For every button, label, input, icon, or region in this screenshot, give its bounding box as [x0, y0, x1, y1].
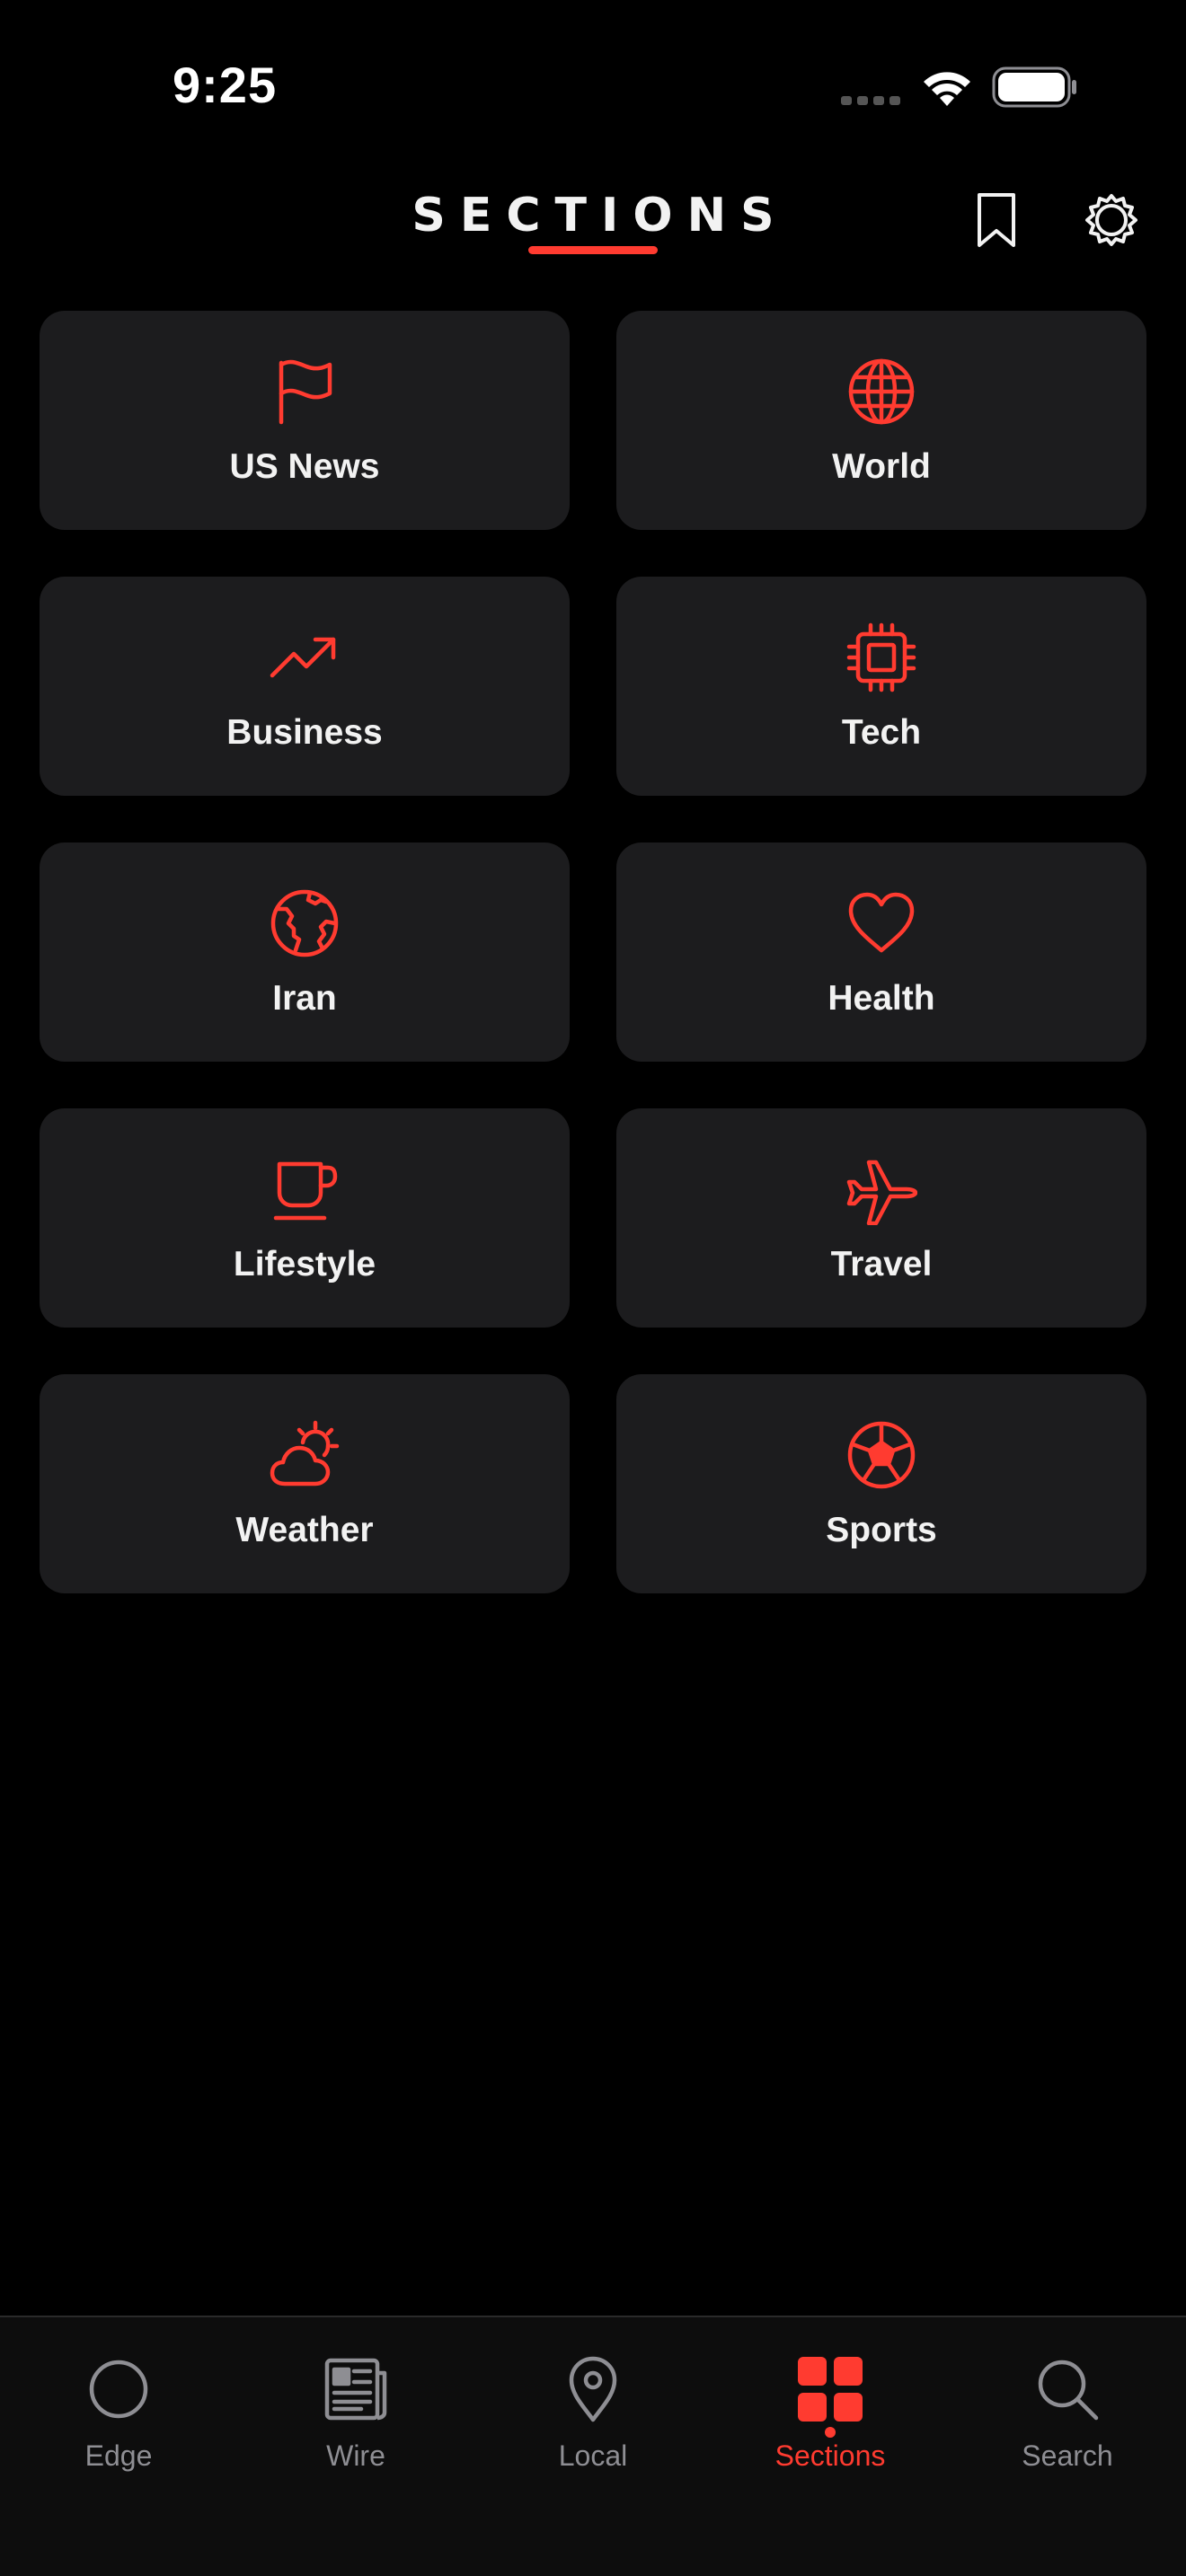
tab-label: Local [558, 2439, 628, 2472]
section-tile-world[interactable]: World [616, 311, 1146, 530]
section-tile-lifestyle[interactable]: Lifestyle [40, 1108, 570, 1328]
section-label: Lifestyle [233, 1245, 376, 1284]
tab-label: Edge [84, 2439, 153, 2472]
section-tile-business[interactable]: Business [40, 577, 570, 796]
flag-icon [269, 356, 341, 428]
tab-label: Search [1022, 2439, 1113, 2472]
sections-screen: 9:25 SECTIONS US News World Business Tec… [0, 0, 1186, 2576]
section-label: Health [828, 979, 935, 1018]
tab-label: Sections [774, 2439, 886, 2472]
earth-icon [269, 887, 341, 959]
cloud-sun-icon [269, 1419, 341, 1491]
globe-icon [845, 356, 917, 428]
tab-edge[interactable]: Edge [0, 2317, 237, 2515]
tab-label: Wire [326, 2439, 385, 2472]
active-tab-indicator [825, 2427, 836, 2438]
bookmark-icon [978, 193, 1015, 247]
grid-icon [796, 2355, 864, 2423]
section-label: Business [226, 713, 383, 752]
coffee-cup-icon [269, 1153, 341, 1225]
newspaper-icon [322, 2355, 390, 2423]
section-tile-weather[interactable]: Weather [40, 1374, 570, 1593]
cellular-signal-icon [841, 96, 900, 105]
section-tile-us-news[interactable]: US News [40, 311, 570, 530]
tab-local[interactable]: Local [474, 2317, 712, 2515]
tab-wire[interactable]: Wire [237, 2317, 474, 2515]
section-label: Tech [841, 713, 922, 752]
bookmarks-button[interactable] [965, 189, 1028, 251]
tab-bar: Edge Wire Local Sections Search [0, 2316, 1186, 2576]
tab-sections[interactable]: Sections [712, 2317, 949, 2515]
status-bar: 9:25 [0, 0, 1186, 171]
title-underline [528, 246, 658, 254]
soccer-ball-icon [845, 1419, 917, 1491]
section-tile-health[interactable]: Health [616, 842, 1146, 1062]
status-time: 9:25 [173, 57, 278, 113]
section-label: US News [229, 447, 380, 486]
section-label: Travel [830, 1245, 933, 1284]
section-label: Weather [235, 1511, 374, 1549]
section-label: Iran [272, 979, 337, 1018]
trending-up-icon [269, 622, 341, 693]
section-tile-iran[interactable]: Iran [40, 842, 570, 1062]
section-label: Sports [826, 1511, 937, 1549]
section-tile-sports[interactable]: Sports [616, 1374, 1146, 1593]
cpu-chip-icon [845, 622, 917, 693]
heart-icon [845, 887, 917, 959]
map-pin-icon [559, 2355, 627, 2423]
search-icon [1033, 2355, 1102, 2423]
header: SECTIONS [0, 171, 1186, 296]
gear-icon [1085, 194, 1137, 246]
section-tile-tech[interactable]: Tech [616, 577, 1146, 796]
tab-search[interactable]: Search [949, 2317, 1186, 2515]
battery-icon [992, 66, 1076, 108]
section-tile-travel[interactable]: Travel [616, 1108, 1146, 1328]
settings-button[interactable] [1080, 189, 1143, 251]
wifi-icon [924, 72, 970, 106]
airplane-icon [845, 1153, 917, 1225]
sections-grid: US News World Business Tech Iran Health … [40, 311, 1146, 1593]
section-label: World [832, 447, 931, 486]
circle-icon [84, 2355, 153, 2423]
